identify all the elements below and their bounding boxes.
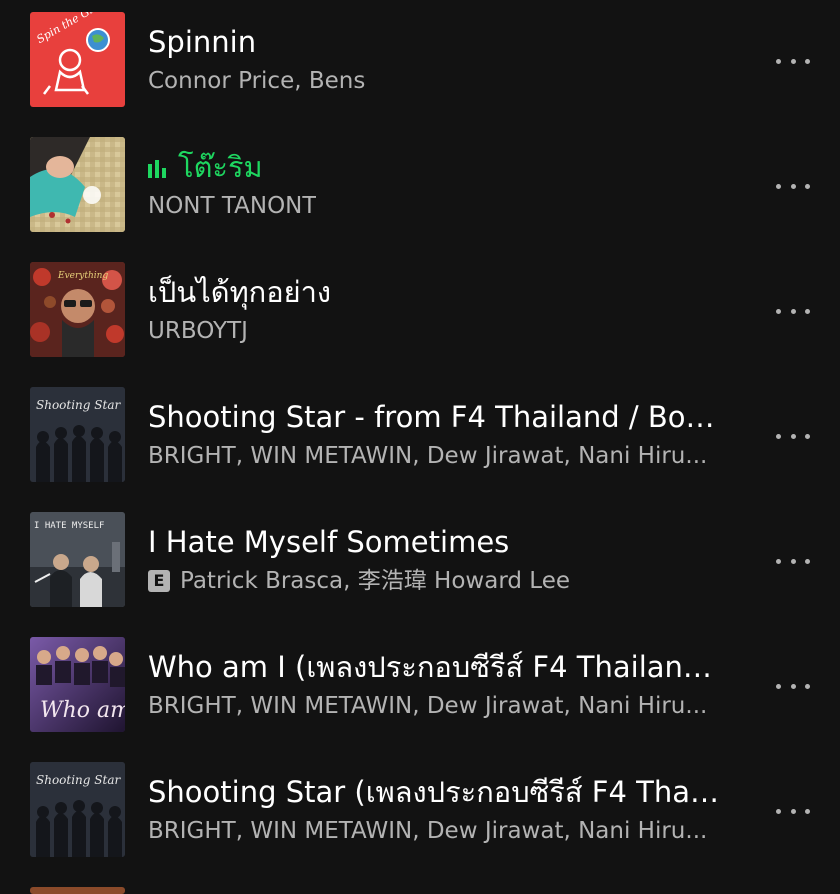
more-options-icon[interactable] xyxy=(776,794,810,828)
album-art: Shooting Star xyxy=(30,387,125,482)
track-artist: Connor Price, Bens xyxy=(148,68,366,94)
more-options-icon[interactable] xyxy=(776,294,810,328)
explicit-badge: E xyxy=(148,570,170,592)
track-row[interactable]: I HATE MYSELF I Hate Myself Sometimes EP… xyxy=(0,500,840,625)
track-artist: NONT TANONT xyxy=(148,193,317,219)
svg-text:Everything: Everything xyxy=(57,271,108,281)
album-art xyxy=(30,137,125,232)
track-title: Shooting Star (เพลงประกอบซีรีส์ F4 Thail… xyxy=(148,775,720,809)
track-artist: BRIGHT, WIN METAWIN, Dew Jirawat, Nani H… xyxy=(148,443,708,469)
track-title: Who am I (เพลงประกอบซีรีส์ F4 Thailand :… xyxy=(148,650,720,684)
track-row[interactable]: โต๊ะริม NONT TANONT xyxy=(0,125,840,250)
album-art: Everything xyxy=(30,262,125,357)
album-art: Shooting Star xyxy=(30,762,125,857)
more-options-icon[interactable] xyxy=(776,544,810,578)
track-row[interactable] xyxy=(0,875,840,894)
equalizer-icon xyxy=(148,160,166,178)
track-title: Spinnin xyxy=(148,25,257,59)
album-art: Who am I xyxy=(30,637,125,732)
track-artist: BRIGHT, WIN METAWIN, Dew Jirawat, Nani H… xyxy=(148,818,708,844)
track-title: Shooting Star - from F4 Thailand / Boys.… xyxy=(148,400,720,434)
album-art: Spin the Globe! xyxy=(30,12,125,107)
svg-text:Shooting Star: Shooting Star xyxy=(36,773,121,787)
track-row[interactable]: Everything เป็นได้ทุกอย่าง URBOYTJ xyxy=(0,250,840,375)
track-title: โต๊ะริม xyxy=(148,149,720,185)
more-options-icon[interactable] xyxy=(776,419,810,453)
track-row[interactable]: Shooting Star Shooting Star - from F4 Th… xyxy=(0,375,840,500)
track-row[interactable]: Spin the Globe! Spinnin Connor Price, Be… xyxy=(0,0,840,125)
track-artist: E Patrick Brasca, 李浩瑋 Howard Lee xyxy=(148,566,720,596)
track-artist: URBOYTJ xyxy=(148,318,248,344)
more-options-icon[interactable] xyxy=(776,669,810,703)
track-row[interactable]: Who am I Who am I (เพลงประกอบซีรีส์ F4 T… xyxy=(0,625,840,750)
album-art: I HATE MYSELF xyxy=(30,512,125,607)
track-title: I Hate Myself Sometimes xyxy=(148,525,510,559)
track-title: เป็นได้ทุกอย่าง xyxy=(148,275,332,309)
album-art xyxy=(30,887,125,894)
more-options-icon[interactable] xyxy=(776,44,810,78)
more-options-icon[interactable] xyxy=(776,169,810,203)
svg-text:Shooting Star: Shooting Star xyxy=(36,398,121,412)
svg-text:Who am I: Who am I xyxy=(40,698,125,723)
svg-text:I HATE MYSELF: I HATE MYSELF xyxy=(34,521,104,531)
track-artist: BRIGHT, WIN METAWIN, Dew Jirawat, Nani H… xyxy=(148,693,708,719)
track-row[interactable]: Shooting Star Shooting Star (เพลงประกอบซ… xyxy=(0,750,840,875)
